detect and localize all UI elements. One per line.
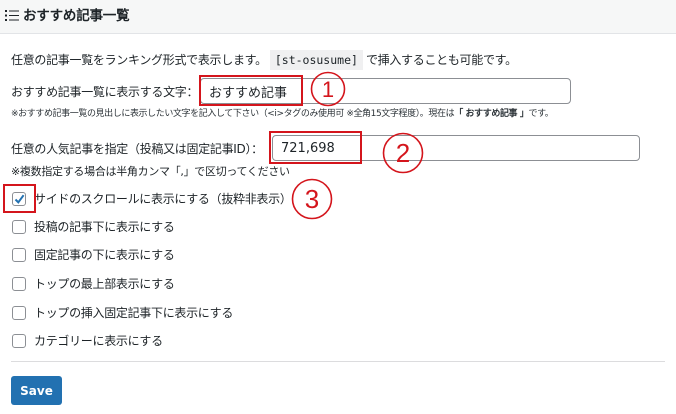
option-label: トップの挿入固定記事下に表示にする [34, 306, 234, 320]
svg-text:1: 1 [322, 77, 334, 102]
shortcode: [st-osusume] [269, 50, 363, 70]
description: 任意の記事一覧をランキング形式で表示します。 [st-osusume] で挿入す… [11, 50, 517, 70]
checkbox-page-bottom[interactable] [12, 248, 26, 262]
option-label: カテゴリーに表示にする [34, 334, 163, 348]
description-text: 任意の記事一覧をランキング形式で表示します。 [11, 53, 267, 67]
option-label: トップの最上部表示にする [34, 277, 175, 291]
option-label: サイドのスクロールに表示にする（抜粋非表示） [34, 192, 292, 206]
section-header: おすすめ記事一覧 [0, 0, 676, 34]
option-label: 固定記事の下に表示にする [34, 248, 175, 262]
title-field-label: おすすめ記事一覧に表示する文字： [11, 85, 199, 99]
option-row-category[interactable]: カテゴリーに表示にする [12, 333, 163, 349]
highlight-box-checkbox [3, 184, 36, 213]
highlight-box-title [199, 75, 303, 106]
checkbox-category[interactable] [12, 334, 26, 348]
list-icon [5, 10, 19, 21]
highlight-box-ids [269, 131, 362, 164]
checkbox-top-header[interactable] [12, 277, 26, 291]
option-row-top-header[interactable]: トップの最上部表示にする [12, 276, 175, 292]
ids-field-label: 任意の人気記事を指定（投稿又は固定記事ID）： [11, 142, 263, 156]
ids-field-note: ※複数指定する場合は半角カンマ「,」で区切ってください [11, 165, 290, 178]
option-row-sidebar-scroll[interactable]: サイドのスクロールに表示にする（抜粋非表示） [12, 191, 292, 207]
description-text-after: で挿入することも可能です。 [365, 53, 517, 67]
annotation-marker-2: 2 [382, 132, 424, 174]
svg-text:3: 3 [305, 184, 319, 214]
save-button[interactable]: Save [11, 376, 62, 405]
option-row-page-bottom[interactable]: 固定記事の下に表示にする [12, 247, 175, 263]
svg-text:2: 2 [396, 138, 410, 168]
checkbox-post-bottom[interactable] [12, 220, 26, 234]
checkbox-top-inserted-page[interactable] [12, 306, 26, 320]
option-row-post-bottom[interactable]: 投稿の記事下に表示にする [12, 219, 175, 235]
title-field-note: ※おすすめ記事一覧の見出しに表示したい文字を記入して下さい（<i>タグのみ使用可… [11, 109, 554, 119]
section-title: おすすめ記事一覧 [23, 8, 130, 24]
annotation-marker-3: 3 [291, 178, 333, 220]
current-title: 「 おすすめ記事 」 [454, 109, 529, 119]
option-row-top-inserted-page[interactable]: トップの挿入固定記事下に表示にする [12, 305, 233, 321]
annotation-marker-1: 1 [310, 71, 346, 107]
option-label: 投稿の記事下に表示にする [34, 220, 175, 234]
divider [11, 361, 665, 362]
